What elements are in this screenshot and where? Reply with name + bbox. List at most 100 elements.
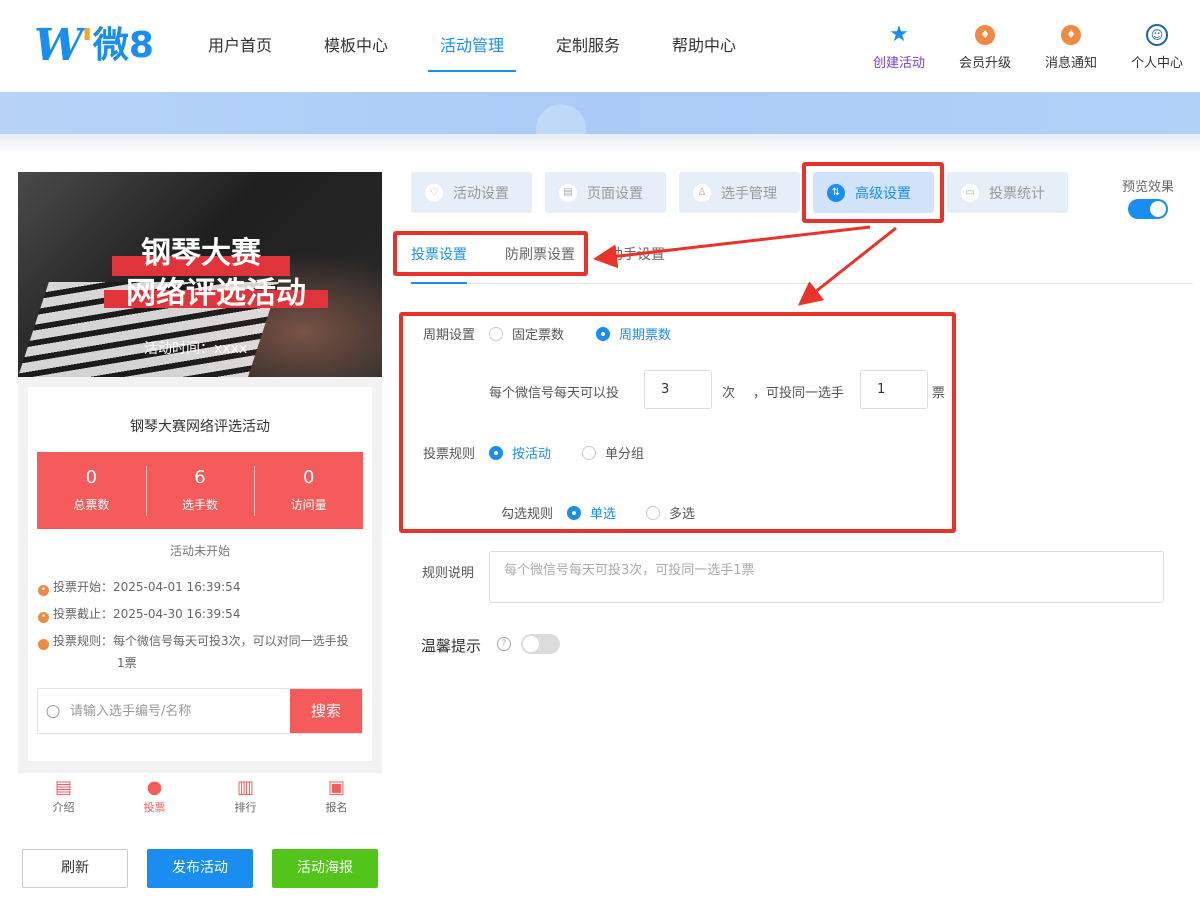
daily-votes-input[interactable] [644,370,712,409]
tab-advanced-settings[interactable]: ⇅ 高级设置 [813,172,934,213]
subtab-vote-settings[interactable]: 投票设置 [411,244,467,284]
vote-rule-text: 投票规则：每个微信号每天可投3次，可以对同一选手投1票 [53,634,349,670]
period-label: 周期设置 [423,328,476,343]
content-shadow [0,134,1200,154]
profile-button[interactable]: ☺ 个人中心 [1114,22,1200,71]
stat-label: 访问量 [290,498,327,512]
tab-label: 高级设置 [855,185,911,202]
warm-tip-label: 温馨提示 [421,637,482,655]
person-icon: ● [146,777,163,798]
nav-help-center[interactable]: 帮助中心 [646,0,762,92]
page-icon: ▤ [559,183,577,202]
vote-start-text: 投票开始：2025-04-01 16:39:54 [53,580,241,594]
logo[interactable]: W' 微8 [34,24,154,68]
subtab-anti-fraud[interactable]: 防刷票设置 [505,244,575,284]
user-icon: ☺ [1146,24,1168,46]
activity-poster-button[interactable]: 活动海报 [272,849,378,888]
tab-vote-statistics[interactable]: ▭ 投票统计 [947,172,1068,213]
ticket-unit: 票 [932,386,946,401]
same-player-text: ，可投同一选手 [753,386,845,401]
header-banner [0,92,1200,154]
warm-tip-toggle[interactable] [521,634,560,654]
activity-title: 钢琴大赛网络评选活动 [130,419,270,435]
player-search: ○ 搜索 [37,688,363,734]
vote-rule-info: ! 投票规则：每个微信号每天可投3次，可以对同一选手投1票 [2,630,356,674]
signup-icon: ▣ [327,777,345,798]
subtab-assistant[interactable]: 助手设置 [609,244,665,284]
member-upgrade-button[interactable]: ♦ 会员升级 [942,22,1028,71]
radio-label: 单分组 [605,447,645,462]
heart-icon: ♡ [425,183,443,202]
search-button[interactable]: 搜索 [290,689,362,733]
tab-vote[interactable]: ● 投票 [109,773,200,828]
create-activity-button[interactable]: ★ 创建活动 [856,22,942,71]
settings-tabs: ♡ 活动设置 ▤ 页面设置 ♙ 选手管理 ⇅ 高级设置 ▭ 投票统计 [411,172,1068,213]
stat-value: 0 [302,467,315,488]
same-player-votes-input[interactable] [860,370,928,409]
times-unit: 次 [722,386,736,401]
cover-image: 钢琴大赛 网络评选活动 活动时间：xxxx [18,172,382,377]
tab-intro[interactable]: ▤ 介绍 [18,773,109,828]
podium-icon: ▥ [236,777,254,798]
mobile-tabbar: ▤ 介绍 ● 投票 ▥ 排行 ▣ 报名 [18,772,382,828]
select-rule-label: 勾选规则 [501,507,554,522]
help-icon[interactable]: ? [497,637,511,651]
notification-button[interactable]: ♦ 消息通知 [1028,22,1114,71]
stat-label: 总票数 [73,498,110,512]
tab-player-management[interactable]: ♙ 选手管理 [679,172,800,213]
cover-title-line1: 钢琴大赛 [112,232,290,276]
search-icon: ○ [45,701,61,721]
select-rule-multi-radio[interactable]: 多选 [646,503,695,522]
preview-effect: 预览效果 [1118,176,1178,223]
alert-icon: ! [2,639,49,650]
period-fixed-radio[interactable]: 固定票数 [489,324,564,343]
tab-label: 排行 [234,801,257,814]
annotation-box-form [399,312,956,533]
tab-ranking[interactable]: ▥ 排行 [200,773,291,828]
radio-label: 周期票数 [619,328,672,343]
radio-label: 多选 [669,507,696,522]
rule-desc-textarea[interactable] [489,551,1164,603]
activity-status: 活动未开始 [169,544,230,558]
radio-label: 按活动 [512,447,552,462]
refresh-button[interactable]: 刷新 [22,849,128,888]
tab-label: 页面设置 [587,185,643,202]
clock-icon: • [38,585,49,596]
logo-text: 微8 [92,25,154,66]
logo-w-mark: W' [34,20,94,71]
nav-user-home[interactable]: 用户首页 [182,0,298,92]
tab-page-settings[interactable]: ▤ 页面设置 [545,172,666,213]
rule-desc-label: 规则说明 [422,566,475,581]
activity-info-card: 钢琴大赛网络评选活动 0 总票数 6 选手数 0 访问量 活动未开始 • 投票开始… [2,387,372,761]
clock-icon: • [38,612,49,623]
per-day-prefix: 每个微信号每天可以投 [489,386,620,401]
preview-effect-label: 预览效果 [1121,180,1174,195]
chart-icon: ▭ [961,183,979,202]
medal-icon: ♦ [975,25,995,45]
period-cyclic-radio[interactable]: 周期票数 [596,324,671,343]
notification-label: 消息通知 [1044,56,1097,71]
radio-label: 单选 [590,507,617,522]
create-activity-label: 创建活动 [872,56,925,71]
vote-rule-label: 投票规则 [423,447,476,462]
search-input[interactable] [68,689,290,733]
main-nav: 用户首页 模板中心 活动管理 定制服务 帮助中心 [182,0,762,92]
stat-value: 6 [194,467,206,488]
mobile-preview: 钢琴大赛 网络评选活动 活动时间：xxxx 钢琴大赛网络评选活动 0 总票数 6… [2,172,382,772]
preview-effect-toggle[interactable] [1128,199,1168,219]
preview-actions: 刷新 发布活动 活动海报 [22,849,378,888]
tab-label: 选手管理 [721,185,777,202]
vote-rule-single-group-radio[interactable]: 单分组 [582,443,644,462]
vote-rule-by-activity-radio[interactable]: 按活动 [489,443,551,462]
nav-custom-service[interactable]: 定制服务 [530,0,646,92]
tab-signup[interactable]: ▣ 报名 [291,773,382,828]
nav-activity-management[interactable]: 活动管理 [414,0,530,92]
tab-label: 介绍 [52,801,75,814]
top-header: W' 微8 用户首页 模板中心 活动管理 定制服务 帮助中心 ★ 创建活动 ♦ … [0,0,1200,92]
select-rule-single-radio[interactable]: 单选 [567,503,616,522]
star-icon: ★ [889,22,909,47]
nav-template-center[interactable]: 模板中心 [298,0,414,92]
publish-activity-button[interactable]: 发布活动 [147,849,253,888]
tab-activity-settings[interactable]: ♡ 活动设置 [411,172,532,213]
vote-start-info: • 投票开始：2025-04-01 16:39:54 [38,576,240,598]
